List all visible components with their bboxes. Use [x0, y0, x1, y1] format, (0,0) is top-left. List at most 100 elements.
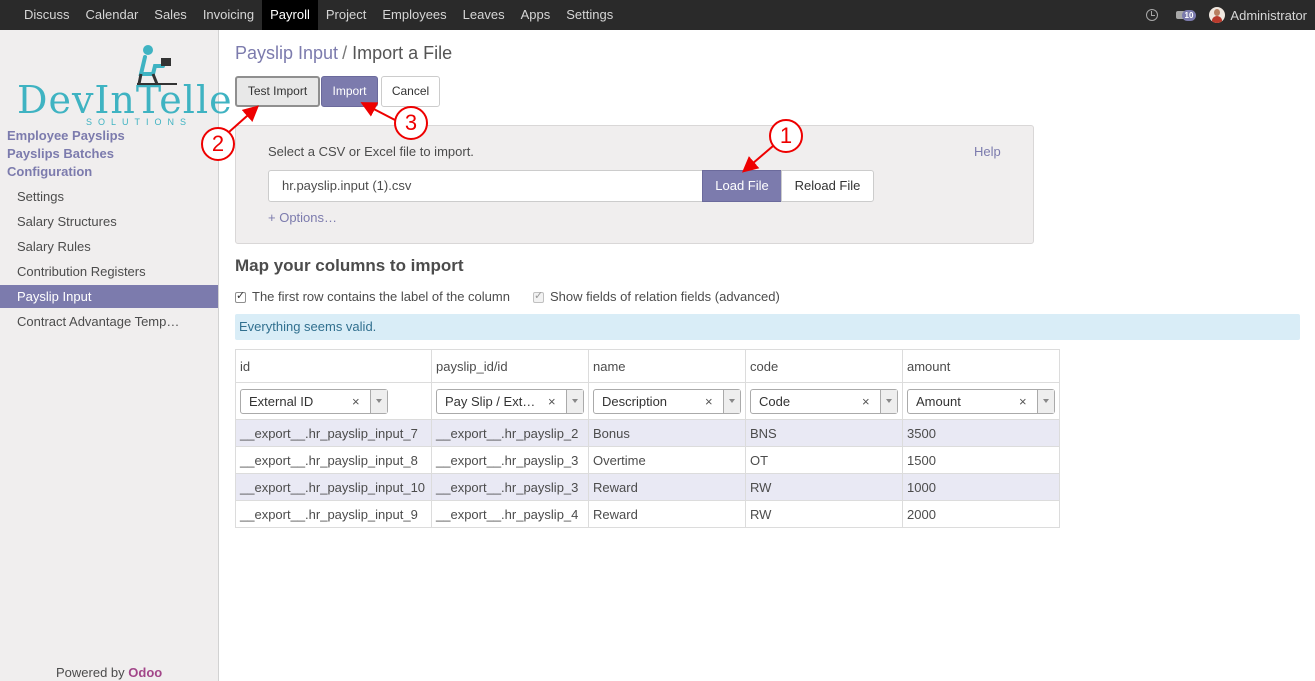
chevron-down-icon[interactable] — [723, 389, 740, 413]
table-row: __export__.hr_payslip_input_10 __export_… — [235, 473, 1060, 501]
odoo-link[interactable]: Odoo — [128, 665, 162, 680]
load-file-button[interactable]: Load File — [702, 170, 782, 202]
import-preview-table: id payslip_id/id name code amount Extern… — [235, 349, 1060, 528]
file-name-field[interactable]: hr.payslip.input (1).csv — [268, 170, 703, 202]
clear-icon[interactable]: × — [1019, 394, 1027, 409]
cancel-button[interactable]: Cancel — [381, 76, 440, 107]
table-cell: __export__.hr_payslip_input_8 — [235, 446, 432, 474]
table-cell: OT — [745, 446, 903, 474]
breadcrumb: Payslip Input / Import a File — [235, 43, 452, 63]
field-select[interactable]: Code × — [750, 388, 898, 414]
column-header: code — [745, 349, 903, 383]
field-select-cell: Amount × — [902, 382, 1060, 420]
table-cell: __export__.hr_payslip_input_10 — [235, 473, 432, 501]
menu-leaves[interactable]: Leaves — [455, 0, 513, 30]
field-select-cell: Description × — [588, 382, 746, 420]
field-select[interactable]: Amount × — [907, 388, 1055, 414]
sidebar-item-settings[interactable]: Settings — [0, 185, 218, 208]
table-header-row: id payslip_id/id name code amount — [235, 349, 1060, 383]
column-header: name — [588, 349, 746, 383]
sidebar-section-configuration[interactable]: Configuration — [7, 163, 92, 181]
table-cell: 2000 — [902, 500, 1060, 528]
table-cell: __export__.hr_payslip_3 — [431, 473, 589, 501]
table-cell: Reward — [588, 473, 746, 501]
field-select-cell: Pay Slip / Ext… × — [431, 382, 589, 420]
sidebar-item-salary-structures[interactable]: Salary Structures — [0, 210, 218, 233]
main-menu: Discuss Calendar Sales Invoicing Payroll… — [16, 0, 621, 30]
menu-invoicing[interactable]: Invoicing — [195, 0, 262, 30]
column-header: id — [235, 349, 432, 383]
sidebar-item-contract-advantage[interactable]: Contract Advantage Temp… — [0, 310, 218, 333]
table-cell: 1000 — [902, 473, 1060, 501]
logo-wordmark: DevInTelle — [17, 78, 233, 122]
clear-icon[interactable]: × — [548, 394, 556, 409]
chevron-down-icon[interactable] — [880, 389, 897, 413]
field-select-value: Pay Slip / Ext… — [445, 393, 536, 409]
first-row-header-option: The first row contains the label of the … — [235, 289, 510, 304]
first-row-header-label: The first row contains the label of the … — [252, 289, 510, 304]
clock-icon[interactable] — [1145, 9, 1158, 21]
chevron-down-icon[interactable] — [566, 389, 583, 413]
breadcrumb-separator: / — [342, 43, 348, 63]
table-cell: __export__.hr_payslip_input_7 — [235, 419, 432, 447]
file-prompt: Select a CSV or Excel file to import. — [268, 144, 474, 159]
column-header: amount — [902, 349, 1060, 383]
user-avatar[interactable] — [1209, 7, 1226, 23]
sidebar-section-payslips-batches[interactable]: Payslips Batches — [7, 145, 114, 163]
step-2-number: 2 — [211, 131, 225, 156]
menu-sales[interactable]: Sales — [146, 0, 195, 30]
table-cell: Bonus — [588, 419, 746, 447]
sidebar-section-employee-payslips[interactable]: Employee Payslips — [7, 127, 125, 145]
company-logo[interactable]: DevInTelle SOLUTIONS — [17, 44, 232, 128]
clear-icon[interactable]: × — [352, 394, 360, 409]
menu-apps[interactable]: Apps — [513, 0, 559, 30]
field-select[interactable]: External ID × — [240, 388, 388, 414]
field-select-value: Code — [759, 393, 791, 409]
field-select[interactable]: Pay Slip / Ext… × — [436, 388, 584, 414]
sidebar-item-salary-rules[interactable]: Salary Rules — [0, 235, 218, 258]
logo-tagline: SOLUTIONS — [86, 117, 193, 127]
table-cell: RW — [745, 500, 903, 528]
table-cell: 1500 — [902, 446, 1060, 474]
test-import-button[interactable]: Test Import — [235, 76, 320, 107]
relation-fields-option: Show fields of relation fields (advanced… — [533, 289, 780, 304]
table-row: __export__.hr_payslip_input_7 __export__… — [235, 419, 1060, 447]
table-cell: 3500 — [902, 419, 1060, 447]
options-toggle[interactable]: + Options… — [268, 210, 337, 225]
chevron-down-icon[interactable] — [370, 389, 387, 413]
table-cell: BNS — [745, 419, 903, 447]
menu-calendar[interactable]: Calendar — [78, 0, 147, 30]
field-select-cell: Code × — [745, 382, 903, 420]
field-select[interactable]: Description × — [593, 388, 741, 414]
table-cell: RW — [745, 473, 903, 501]
relation-fields-checkbox[interactable] — [533, 289, 544, 303]
table-cell: Reward — [588, 500, 746, 528]
table-row: __export__.hr_payslip_input_9 __export__… — [235, 500, 1060, 528]
chevron-down-icon[interactable] — [1037, 389, 1054, 413]
clear-icon[interactable]: × — [705, 394, 713, 409]
menu-employees[interactable]: Employees — [374, 0, 454, 30]
first-row-header-checkbox[interactable] — [235, 289, 246, 303]
menu-payroll[interactable]: Payroll — [262, 0, 318, 30]
user-menu[interactable]: Administrator — [1230, 8, 1307, 23]
help-link[interactable]: Help — [974, 144, 1001, 159]
breadcrumb-parent[interactable]: Payslip Input — [235, 43, 338, 63]
step-1-number: 1 — [779, 123, 793, 148]
file-loader-panel: Select a CSV or Excel file to import. He… — [235, 125, 1034, 244]
mapping-title: Map your columns to import — [235, 256, 464, 275]
sidebar: DevInTelle SOLUTIONS Employee Payslips P… — [0, 30, 232, 681]
powered-by: Powered by Odoo — [56, 665, 162, 680]
menu-settings[interactable]: Settings — [558, 0, 621, 30]
menu-discuss[interactable]: Discuss — [16, 0, 78, 30]
menu-project[interactable]: Project — [318, 0, 374, 30]
table-cell: Overtime — [588, 446, 746, 474]
sidebar-item-payslip-input[interactable]: Payslip Input — [0, 285, 218, 308]
sidebar-item-contribution-registers[interactable]: Contribution Registers — [0, 260, 218, 283]
reload-file-button[interactable]: Reload File — [781, 170, 874, 202]
clear-icon[interactable]: × — [862, 394, 870, 409]
powered-by-label: Powered by — [56, 665, 125, 680]
chat-count-badge[interactable]: 10 — [1181, 9, 1197, 21]
breadcrumb-current: Import a File — [352, 43, 453, 63]
table-row: __export__.hr_payslip_input_8 __export__… — [235, 446, 1060, 474]
import-button[interactable]: Import — [321, 76, 378, 107]
